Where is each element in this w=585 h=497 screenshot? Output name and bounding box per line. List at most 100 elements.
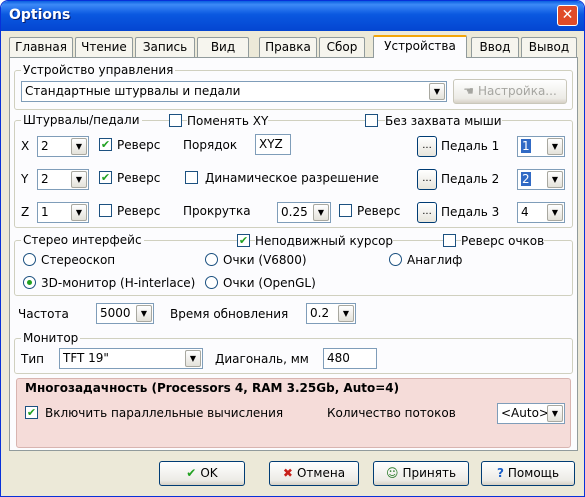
z-axis-value: 1	[41, 205, 49, 219]
glasses-opengl-radio[interactable]	[205, 276, 218, 289]
tab-write[interactable]: Запись	[135, 37, 195, 57]
tab-edit[interactable]: Правка	[259, 37, 317, 57]
stereo-legend: Стерео интерфейс	[21, 233, 144, 247]
no-mouse-capture-label: Без захвата мыши	[385, 113, 502, 129]
chevron-down-icon: ▼	[547, 138, 563, 155]
scroll-label: Прокрутка	[183, 204, 251, 218]
tab-output[interactable]: Вывод	[521, 37, 577, 57]
help-button[interactable]: ? Помощь	[481, 461, 575, 486]
chevron-down-icon: ▼	[547, 171, 563, 188]
y-reverse-checkbox[interactable]: ✔	[99, 171, 112, 184]
chevron-down-icon: ▼	[71, 138, 87, 155]
parallel-checkbox[interactable]: ✔	[25, 406, 38, 419]
check-icon: ✔	[100, 171, 111, 184]
3d-monitor-label: 3D-монитор (H-interlace)	[41, 276, 196, 290]
chevron-down-icon: ▼	[547, 405, 563, 422]
swap-xy-checkbox[interactable]	[169, 114, 182, 127]
cancel-button[interactable]: ✖ Отмена	[269, 461, 359, 486]
swap-xy-label: Поменять XY	[187, 113, 269, 129]
monitor-type-value: TFT 19"	[63, 351, 109, 365]
window-title: Options	[9, 7, 71, 23]
ok-button[interactable]: ✔ OK	[159, 461, 245, 486]
apply-button[interactable]: ☺ Принять	[373, 461, 469, 486]
options-dialog: Options ✕ Главная Чтение Запись Вид Прав…	[0, 0, 585, 497]
pedal1-dots-button[interactable]: ...	[417, 136, 437, 157]
glasses-v6800-radio[interactable]	[205, 253, 218, 266]
check-icon: ✔	[100, 138, 111, 151]
devices-panel: Устройство управления Стандартные штурва…	[9, 57, 578, 451]
y-axis-value: 2	[41, 172, 49, 186]
multitask-header: Многозадачность (Processors 4, RAM 3.25G…	[25, 381, 400, 395]
glasses-opengl-label: Очки (OpenGL)	[223, 276, 316, 290]
z-axis-select[interactable]: 1 ▼	[37, 202, 89, 223]
close-icon: ✕	[561, 7, 574, 23]
refresh-value: 0.2	[310, 306, 330, 320]
pedal1-value: 1	[521, 139, 531, 153]
device-settings-label: Настройка...	[477, 84, 557, 98]
3d-monitor-radio[interactable]	[23, 276, 36, 289]
z-reverse-checkbox[interactable]	[99, 204, 112, 217]
anaglyph-radio[interactable]	[389, 253, 402, 266]
chevron-down-icon: ▼	[313, 204, 329, 221]
tab-view[interactable]: Вид	[197, 37, 249, 57]
tab-main[interactable]: Главная	[9, 37, 73, 57]
multitask-group: Многозадачность (Processors 4, RAM 3.25G…	[16, 378, 571, 448]
chevron-down-icon: ▼	[429, 83, 445, 100]
x-axis-value: 2	[41, 139, 49, 153]
x-reverse-label: Реверс	[117, 138, 161, 152]
monitor-type-select[interactable]: TFT 19" ▼	[59, 348, 203, 369]
no-mouse-capture-checkbox[interactable]	[365, 114, 378, 127]
frequency-select[interactable]: 5000 ▼	[96, 303, 154, 324]
refresh-label: Время обновления	[170, 307, 289, 321]
anaglyph-label: Анаглиф	[407, 253, 463, 267]
dynamic-res-checkbox[interactable]	[185, 171, 198, 184]
tab-devices[interactable]: Устройства	[373, 35, 467, 58]
close-button[interactable]: ✕	[557, 5, 578, 26]
control-device-legend: Устройство управления	[21, 63, 176, 77]
pedal2-dots-button[interactable]: ...	[417, 169, 437, 190]
scroll-select[interactable]: 0.25 ▼	[277, 202, 331, 223]
threads-select[interactable]: <Auto> ▼	[497, 403, 565, 424]
pedal2-label: Педаль 2	[441, 172, 500, 186]
device-select-value: Стандартные штурвалы и педали	[25, 84, 241, 98]
fixed-cursor-label: Неподвижный курсор	[255, 233, 394, 249]
pedal2-select[interactable]: 2 ▼	[517, 169, 565, 190]
tab-input[interactable]: Ввод	[471, 37, 519, 57]
reverse-glasses-label: Реверс очков	[461, 233, 545, 249]
chevron-down-icon: ▼	[338, 305, 354, 322]
pedal3-select[interactable]: 4 ▼	[517, 202, 565, 223]
x-axis-label: X	[21, 139, 30, 153]
cancel-label: Отмена	[296, 466, 346, 480]
tab-read[interactable]: Чтение	[75, 37, 133, 57]
refresh-select[interactable]: 0.2 ▼	[306, 303, 356, 324]
pedal1-select[interactable]: 1 ▼	[517, 136, 565, 157]
pedal3-dots-button[interactable]: ...	[417, 202, 437, 223]
device-select[interactable]: Стандартные штурвалы и педали ▼	[21, 81, 447, 102]
z-reverse-label: Реверс	[117, 204, 161, 218]
scroll-reverse-checkbox[interactable]	[339, 204, 352, 217]
monitor-group: Монитор Тип TFT 19" ▼ Диагональ, мм 480	[14, 331, 573, 374]
x-axis-select[interactable]: 2 ▼	[37, 136, 89, 157]
tab-collect[interactable]: Сбор	[319, 37, 365, 57]
monitor-type-label: Тип	[21, 352, 44, 366]
stereoscope-label: Стереоскоп	[41, 253, 116, 267]
stereoscope-radio[interactable]	[23, 253, 36, 266]
chevron-down-icon: ▼	[136, 305, 152, 322]
pedal3-label: Педаль 3	[441, 205, 500, 219]
threads-label: Количество потоков	[327, 406, 456, 420]
order-input[interactable]: XYZ	[255, 134, 291, 155]
axes-legend: Штурвалы/педали	[21, 113, 142, 127]
check-icon: ✔	[238, 234, 249, 247]
pedal2-value: 2	[521, 172, 531, 186]
threads-value: <Auto>	[501, 406, 549, 420]
title-bar[interactable]: Options ✕	[1, 1, 584, 31]
y-axis-select[interactable]: 2 ▼	[37, 169, 89, 190]
diagonal-input[interactable]: 480	[323, 348, 377, 369]
x-reverse-checkbox[interactable]: ✔	[99, 138, 112, 151]
order-label: Порядок	[183, 138, 238, 152]
reverse-glasses-checkbox[interactable]	[443, 234, 456, 247]
pedal1-label: Педаль 1	[441, 139, 500, 153]
device-settings-button[interactable]: ☚ Настройка...	[453, 79, 567, 104]
fixed-cursor-checkbox[interactable]: ✔	[237, 234, 250, 247]
apply-label: Принять	[402, 466, 457, 480]
